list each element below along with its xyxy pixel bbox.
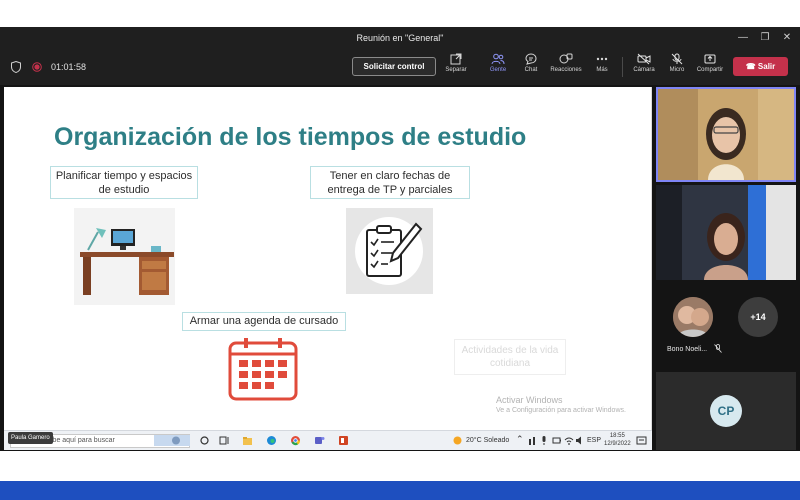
maximize-icon[interactable]: ❐	[758, 31, 772, 45]
teams-icon[interactable]	[314, 435, 325, 446]
bono-avatar[interactable]	[673, 297, 713, 337]
bono-participant-label: Bono Noeli...	[667, 344, 722, 353]
participant-video	[656, 185, 796, 280]
chat-button[interactable]: Chat	[513, 53, 549, 73]
powerpoint-icon[interactable]	[338, 435, 349, 446]
camera-label: Cámara	[633, 67, 655, 73]
calendar-image	[228, 338, 298, 401]
video-tile-speaker[interactable]	[656, 87, 796, 182]
start-circle-icon[interactable]	[199, 435, 210, 446]
reactions-button[interactable]: Reacciones	[548, 53, 584, 73]
windows-taskbar: Escribe aquí para buscar 20°C Soleado ⌃ …	[4, 430, 652, 450]
desk-image	[74, 208, 175, 305]
tray-wifi-icon[interactable]	[564, 435, 574, 446]
people-label: Gente	[489, 67, 507, 73]
tray-volume-icon[interactable]	[575, 435, 585, 446]
tray-battery-icon[interactable]	[552, 435, 562, 446]
more-button[interactable]: Más	[584, 53, 620, 73]
reactions-icon	[559, 53, 573, 64]
reactions-label: Reacciones	[550, 67, 582, 73]
meeting-toolbar: 01:01:58 Solicitar control Separar Gente…	[0, 49, 800, 85]
popout-label: Separar	[445, 67, 467, 73]
close-icon[interactable]: ✕	[780, 31, 794, 45]
chat-label: Chat	[524, 67, 538, 73]
teams-meeting-window: Reunión en "General" — ❐ ✕ 01:01:58 Soli…	[0, 0, 800, 500]
tray-mic-icon[interactable]	[540, 435, 548, 446]
popout-icon	[450, 53, 462, 65]
camera-button[interactable]: Cámara	[626, 53, 662, 73]
title-bar: Reunión en "General" — ❐ ✕	[0, 27, 800, 49]
request-control-button[interactable]: Solicitar control	[352, 57, 436, 76]
leave-label: Salir	[757, 62, 776, 71]
activate-subtitle: Ve a Configuración para activar Windows.	[496, 407, 626, 414]
slide-title: Organización de los tiempos de estudio	[54, 123, 527, 151]
bottom-decor-bar	[0, 481, 800, 500]
share-label: Compartir	[696, 67, 724, 73]
meeting-timer: 01:01:58	[51, 62, 87, 72]
more-label: Más	[596, 67, 608, 73]
people-icon	[491, 53, 505, 65]
taskbar-clock[interactable]: 18:55 12/9/2022	[604, 432, 631, 448]
toolbar-divider	[622, 57, 623, 77]
camera-off-icon	[637, 53, 651, 65]
more-participants-button[interactable]: +14	[738, 297, 778, 337]
file-explorer-icon[interactable]	[242, 435, 253, 446]
recording-icon	[32, 62, 42, 72]
tray-network-icon[interactable]	[528, 435, 536, 446]
phone-icon: ☎	[745, 62, 756, 71]
chat-icon	[525, 53, 537, 65]
video-tile-participant[interactable]	[656, 185, 796, 280]
slide-box-planificar: Planificar tiempo y espacios de estudio	[50, 166, 198, 199]
taskbar-weather: 20°C Soleado	[466, 437, 510, 444]
activate-title: Activar Windows	[496, 395, 563, 405]
minimize-icon[interactable]: —	[736, 31, 750, 45]
activate-windows-watermark: Activar Windows Ve a Configuración para …	[496, 395, 626, 414]
taskbar-language[interactable]: ESP	[587, 437, 601, 444]
popout-button[interactable]: Separar	[438, 53, 474, 73]
chrome-icon[interactable]	[290, 435, 301, 446]
people-button[interactable]: Gente	[480, 53, 516, 73]
tray-chevron-icon[interactable]: ⌃	[516, 434, 524, 445]
taskbar-date: 12/9/2022	[604, 441, 631, 447]
shared-screen: Organización de los tiempos de estudio P…	[4, 87, 652, 430]
task-view-icon[interactable]	[219, 435, 230, 446]
window-title: Reunión en "General"	[356, 33, 444, 43]
bono-name: Bono Noeli...	[667, 346, 708, 353]
weather-sun-icon	[453, 436, 462, 445]
share-icon	[704, 54, 716, 64]
bono-photo	[673, 297, 713, 337]
notifications-icon[interactable]	[636, 435, 647, 446]
participant-mic-off-icon	[714, 344, 722, 353]
cp-avatar: CP	[710, 395, 742, 427]
checklist-image	[346, 208, 433, 294]
more-icon	[596, 57, 608, 61]
slide-box-agenda: Armar una agenda de cursado	[182, 312, 346, 331]
speaker-video	[658, 89, 794, 180]
presenter-name-tag: Paula Gamero	[8, 432, 53, 444]
share-button[interactable]: Compartir	[692, 53, 728, 73]
mic-off-icon	[671, 53, 683, 65]
edge-icon[interactable]	[266, 435, 277, 446]
mic-label: Micro	[669, 67, 685, 73]
slide-box-actividades: Actividades de la vida cotidiana	[454, 339, 566, 375]
leave-button[interactable]: ☎ Salir	[733, 57, 788, 76]
shield-icon	[11, 61, 21, 73]
mic-button[interactable]: Micro	[659, 53, 695, 73]
taskbar-time: 18:55	[609, 433, 625, 439]
search-highlight-icon	[154, 435, 190, 446]
slide-box-fechas: Tener en claro fechas de entrega de TP y…	[310, 166, 470, 199]
